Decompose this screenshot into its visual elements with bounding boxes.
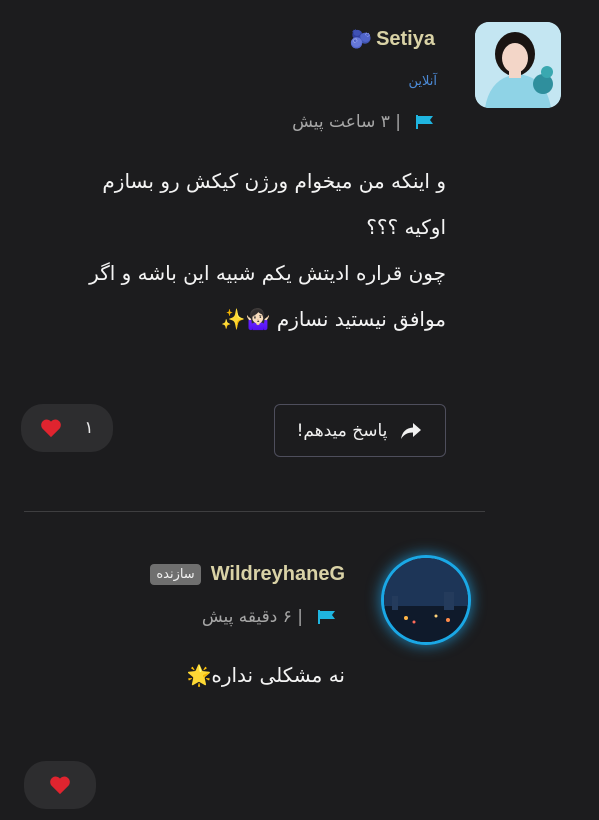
comment-author[interactable]: 🫐 Setiya (350, 28, 435, 51)
comment-author[interactable]: سازنده WildreyhaneG (150, 563, 345, 586)
avatar-image (475, 22, 561, 108)
flag-icon[interactable] (415, 114, 435, 130)
blueberry-icon: 🫐 (349, 29, 373, 50)
avatar[interactable] (384, 558, 468, 642)
like-button[interactable]: ۱ (21, 404, 113, 452)
flag-icon[interactable] (317, 609, 337, 625)
comment-line: نه مشکلی نداره🌟 (186, 663, 345, 687)
reply-button[interactable]: پاسخ میدهم! (274, 404, 446, 457)
timestamp: | ۳ ساعت پیش (292, 112, 401, 132)
comment-line: موافق نیستید نسازم 🤷🏻‍♀️✨ (220, 307, 446, 331)
comment-line: چون قراره ادیتش یکم شبیه این باشه و اگر (89, 261, 446, 285)
comment-meta: | ۳ ساعت پیش (292, 112, 435, 132)
like-count: ۱ (84, 418, 94, 438)
timestamp: | ۶ دقیقه پیش (201, 607, 303, 627)
creator-badge: سازنده (150, 564, 201, 585)
avatar-image (384, 558, 468, 642)
heart-icon (50, 776, 70, 795)
comment-body: نه مشکلی نداره🌟 (45, 652, 345, 698)
username[interactable]: Setiya (376, 28, 435, 51)
heart-icon (41, 419, 62, 438)
comment-meta: | ۶ دقیقه پیش (202, 607, 337, 627)
online-status: آنلاین (408, 74, 437, 89)
reply-label: پاسخ میدهم! (296, 420, 388, 441)
comment-line: و اینکه من میخوام ورژن کیکش رو بسازم (102, 169, 446, 193)
comment-divider (24, 511, 485, 512)
avatar[interactable] (475, 22, 561, 108)
like-button[interactable] (24, 761, 96, 809)
reply-arrow-icon (401, 422, 422, 439)
username[interactable]: WildreyhaneG (211, 563, 345, 586)
comment-body: و اینکه من میخوام ورژن کیکش رو بسازم اوک… (26, 158, 446, 342)
comment-line: اوکیه ؟؟؟ (366, 215, 446, 239)
